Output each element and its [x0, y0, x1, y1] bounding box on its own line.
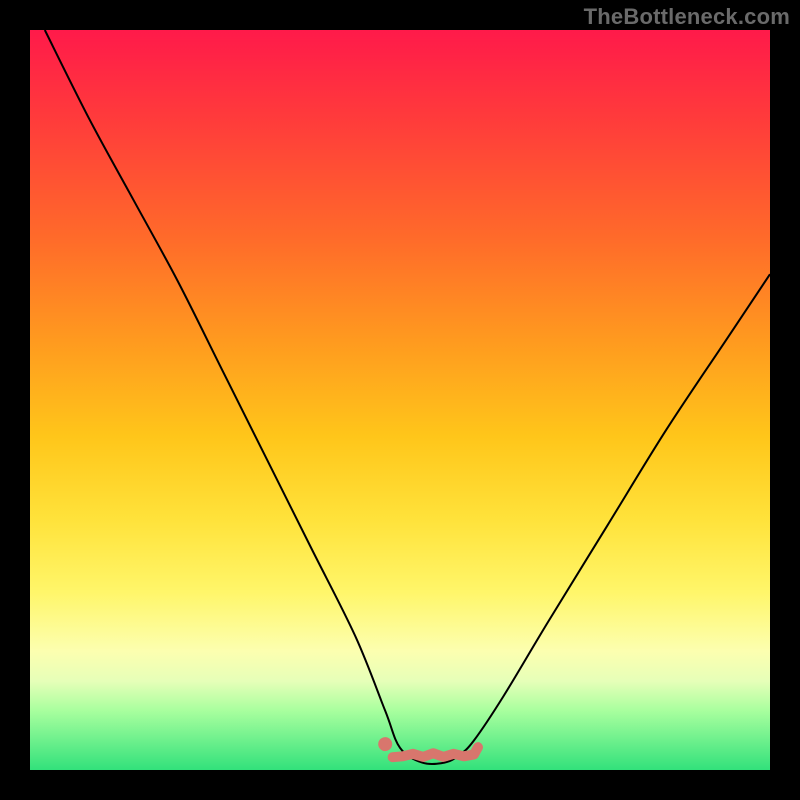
chart-svg [30, 30, 770, 770]
optimal-range-marker [393, 747, 478, 757]
watermark-text: TheBottleneck.com [584, 4, 790, 30]
chart-frame: TheBottleneck.com [0, 0, 800, 800]
plot-area [30, 30, 770, 770]
optimal-range-dot [378, 737, 392, 751]
bottleneck-curve [45, 30, 770, 764]
